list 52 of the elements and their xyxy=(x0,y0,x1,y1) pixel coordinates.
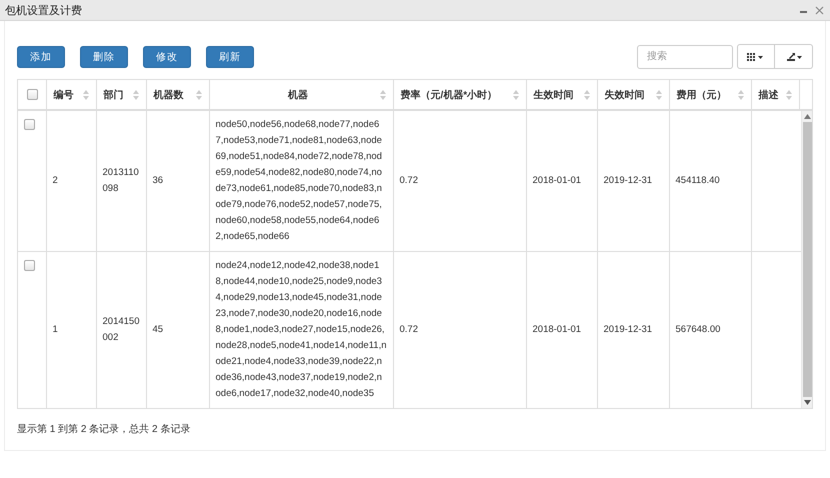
table-cell: 1 xyxy=(46,252,96,408)
toolbar-button[interactable]: 删除 xyxy=(80,46,128,68)
toolbar-button[interactable]: 修改 xyxy=(143,46,191,68)
table-cell: 2019-12-31 xyxy=(597,111,669,252)
grid-icon xyxy=(747,52,765,60)
column-header: 费用（元） xyxy=(676,88,728,102)
search-field[interactable]: 搜索 xyxy=(637,44,733,68)
table-cell: 454118.40 xyxy=(669,111,751,252)
table-cell: 2014150002 xyxy=(96,252,146,408)
column-header: 描述 xyxy=(758,88,780,102)
table-cell: 567648.00 xyxy=(669,252,751,408)
column-header: 生效时间 xyxy=(534,88,574,102)
table-cell: 2 xyxy=(46,111,96,252)
sort-icon[interactable] xyxy=(656,90,662,100)
sort-icon[interactable] xyxy=(132,90,138,100)
checkbox[interactable] xyxy=(27,89,38,100)
table-cell: 45 xyxy=(146,252,209,408)
checkbox[interactable] xyxy=(24,260,35,271)
pagination-summary: 显示第 1 到第 2 条记录，总共 2 条记录 xyxy=(17,422,192,436)
sort-icon[interactable] xyxy=(82,90,88,100)
toolbar-button[interactable]: 刷新 xyxy=(206,46,254,68)
columns-dropdown[interactable] xyxy=(737,44,775,69)
export-dropdown[interactable] xyxy=(775,44,813,69)
table-cell: 2018-01-01 xyxy=(526,111,597,252)
sort-icon[interactable] xyxy=(738,90,744,100)
column-header: 失效时间 xyxy=(604,88,646,102)
scroll-down-icon[interactable] xyxy=(804,400,810,405)
table-cell: 0.72 xyxy=(393,252,526,408)
column-header: 机器数 xyxy=(154,88,184,102)
export-icon xyxy=(784,52,802,62)
sort-icon[interactable] xyxy=(584,90,590,100)
table-cell: node50,node56,node68,node77,node67,node53,node71,node81,node63,node69,node51,node84,node72,node78,node59,node54,node82,node80,node74,node73,node61,node85,node70,node83,node79,node76,node52,node57,node75,node60,node58,node55,node64,node62,node65,node66 xyxy=(209,111,393,252)
sort-icon[interactable] xyxy=(512,90,518,100)
table-cell: 0.72 xyxy=(393,111,526,252)
sort-icon[interactable] xyxy=(196,90,202,100)
table-cell: node24,node12,node42,node38,node18,node44,node10,node25,node9,node34,node29,node13,node45,node31,node23,node7,node30,node20,node16,node8,node1,node3,node27,node15,node26,node28,node5,node41,node14,node11,node21,node4,node33,node39,node22,node36,node43,node37,node19,node2,node6,node17,node32,node40,node35 xyxy=(209,252,393,408)
column-header: 费率（元/机器*小时） xyxy=(400,88,498,102)
table-cell: 2013110098 xyxy=(96,111,146,252)
table-cell: 2019-12-31 xyxy=(597,252,669,408)
sort-icon[interactable] xyxy=(380,90,386,100)
table-cell: 2018-01-01 xyxy=(526,252,597,408)
column-header: 编号 xyxy=(54,88,74,102)
column-header: 部门 xyxy=(104,88,124,102)
close-icon[interactable] xyxy=(815,6,824,14)
column-header: 机器 xyxy=(286,88,309,102)
window-title: 包机设置及计费 xyxy=(5,4,83,18)
scroll-up-icon[interactable] xyxy=(804,114,810,119)
table-cell: 36 xyxy=(146,111,209,252)
scrollbar[interactable] xyxy=(801,111,812,408)
toolbar-button[interactable]: 添加 xyxy=(17,46,65,68)
sort-icon[interactable] xyxy=(786,90,792,100)
checkbox[interactable] xyxy=(24,119,35,130)
